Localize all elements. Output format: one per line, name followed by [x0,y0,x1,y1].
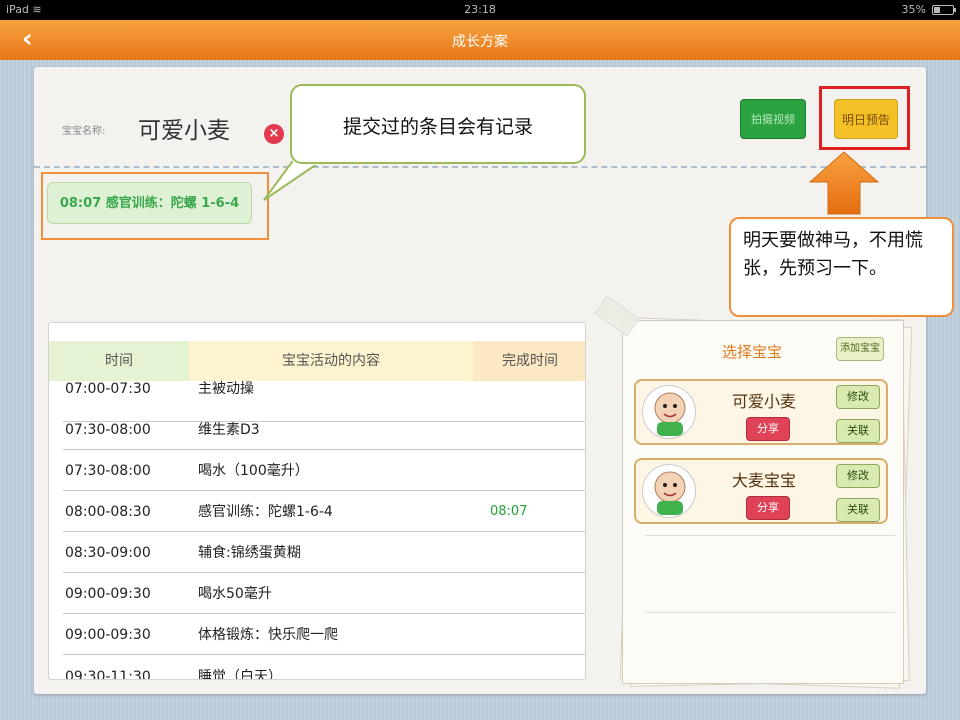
row-time: 08:30-09:00 [65,545,151,561]
table-row[interactable]: 08:00-08:30 感官训练：陀螺1-6-4 08:07 [63,491,585,532]
share-button[interactable]: 分享 [746,417,790,441]
row-time: 09:00-09:30 [65,627,151,643]
table-row[interactable]: 09:00-09:30 体格锻炼：快乐爬一爬 [63,614,585,655]
table-row[interactable]: 09:00-09:30 喝水50毫升 [63,573,585,614]
close-circle-icon[interactable]: × [264,124,284,144]
row-content: 喝水（100毫升） [198,463,309,479]
baby-name-label: 宝宝名称: [62,126,106,137]
schedule-table: 时间 宝宝活动的内容 完成时间 07:00-07:30 主被动操 07:30-0… [48,322,586,680]
baby-avatar-icon [642,464,696,518]
panel-divider [645,612,895,613]
submitted-record-item[interactable]: 08:07 感官训练：陀螺 1-6-4 [47,182,252,224]
row-time: 07:30-08:00 [65,463,151,479]
row-done: 08:07 [490,504,528,519]
edit-button[interactable]: 修改 [836,385,880,409]
navigation-bar: ‹ 成长方案 [0,20,960,60]
row-content: 维生素D3 [198,422,260,438]
table-row[interactable]: 07:30-08:00 喝水（100毫升） [63,450,585,491]
table-row[interactable]: 09:30-11:30 睡觉（白天） [63,655,585,680]
panel-title: 选择宝宝 [722,343,783,361]
dashed-divider [34,166,926,168]
table-row[interactable]: 07:30-08:00 维生素D3 [63,408,585,450]
up-arrow-icon [808,151,880,215]
status-time: 23:18 [464,3,496,16]
row-content: 辅食:锦绣蛋黄糊 [198,545,301,561]
row-time: 07:00-07:30 [65,381,151,397]
row-time: 08:00-08:30 [65,504,151,520]
row-time: 09:30-11:30 [65,669,151,680]
callout-tail [263,161,322,201]
link-button[interactable]: 关联 [836,419,880,443]
baby-name: 大麦宝宝 [732,471,797,490]
add-baby-button[interactable]: 添加宝宝 [836,337,884,361]
hint-note: 明天要做神马，不用慌张，先预习一下。 [729,217,954,317]
callout-text: 提交过的条目会有记录 [342,116,533,138]
battery-icon [932,5,956,15]
page-title: 成长方案 [452,34,508,50]
panel-divider [645,535,895,536]
edit-button[interactable]: 修改 [836,464,880,488]
baby-name-value[interactable]: 可爱小麦 [138,111,230,145]
battery-percent: 35% [901,3,926,16]
share-button[interactable]: 分享 [746,496,790,520]
baby-card[interactable]: 可爱小麦 分享 修改 关联 [634,379,888,445]
status-bar: iPad ≋ 23:18 35% [0,0,960,20]
row-time: 09:00-09:30 [65,586,151,602]
table-row[interactable]: 08:30-09:00 辅食:锦绣蛋黄糊 [63,532,585,573]
row-content: 喝水50毫升 [198,586,272,602]
row-content: 主被动操 [198,381,254,397]
row-content: 体格锻炼：快乐爬一爬 [198,627,338,643]
baby-card[interactable]: 大麦宝宝 分享 修改 关联 [634,458,888,524]
callout-bubble: 提交过的条目会有记录 [290,84,586,164]
row-content: 睡觉（白天） [198,669,282,680]
column-header-done: 完成时间 [473,341,585,381]
baby-avatar-icon [642,385,696,439]
shoot-video-button[interactable]: 拍摄视频 [740,99,806,139]
row-time: 07:30-08:00 [65,422,151,438]
tomorrow-preview-button[interactable]: 明日预告 [834,99,898,139]
row-content: 感官训练：陀螺1-6-4 [198,504,333,520]
link-button[interactable]: 关联 [836,498,880,522]
baby-name: 可爱小麦 [732,392,797,411]
